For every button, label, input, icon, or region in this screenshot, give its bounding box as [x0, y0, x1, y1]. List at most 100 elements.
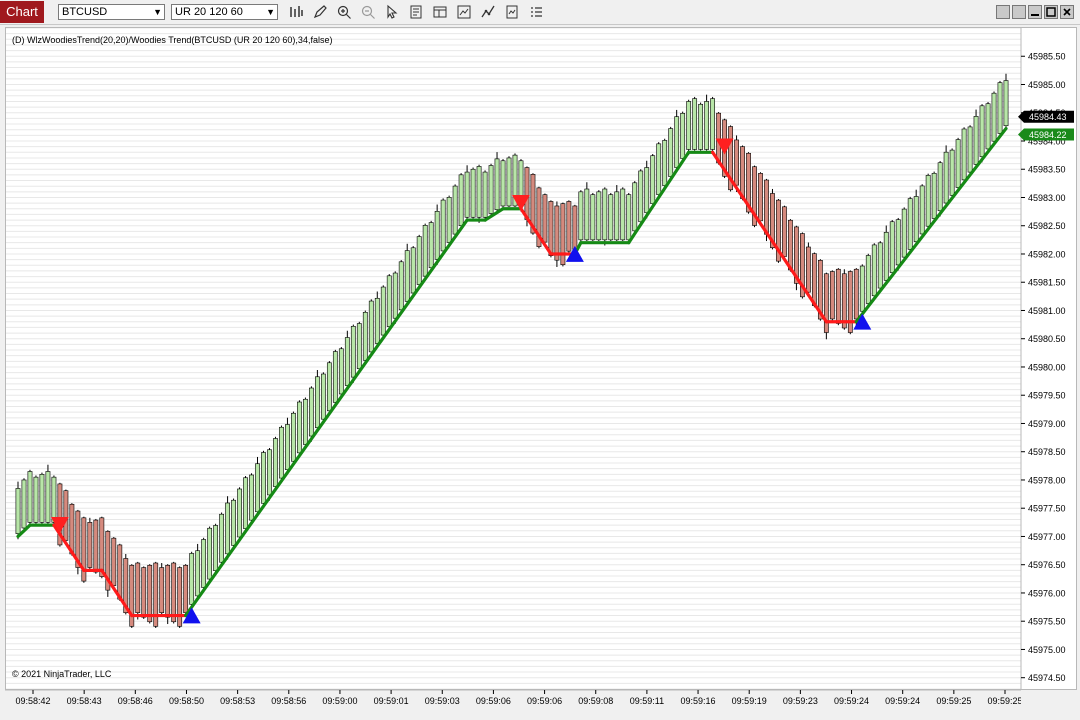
up-bar: [231, 499, 236, 546]
down-bar: [147, 564, 153, 623]
up-bar: [644, 167, 650, 214]
strategies-icon[interactable]: [480, 4, 496, 20]
time-axis-svg[interactable]: 09:58:42 09:58:43 09:58:46 09:58:50 09:58:53…: [5, 689, 1023, 714]
close-button[interactable]: [1060, 5, 1074, 19]
up-bar: [237, 488, 242, 538]
zoom-in-icon[interactable]: [336, 4, 352, 20]
time-tick-label: 09:59:16: [681, 696, 716, 706]
price-axis[interactable]: 45985.5045985.0045984.5045984.0045983.50…: [1018, 52, 1074, 683]
up-bar: [309, 387, 314, 437]
chart-panel[interactable]: 45985.5045985.0045984.5045984.0045983.50…: [5, 27, 1077, 690]
up-bar: [338, 348, 344, 395]
time-tick-label: 09:59:24: [834, 696, 869, 706]
down-bar: [811, 253, 817, 306]
up-bar: [596, 191, 602, 241]
last-price-marker: 45984.43: [1018, 110, 1074, 123]
up-bar: [937, 162, 943, 212]
up-bar: [686, 101, 692, 150]
down-bar: [758, 173, 763, 222]
price-tick-label: 45985.00: [1028, 80, 1066, 90]
price-tick-label: 45977.00: [1028, 532, 1066, 542]
up-bar: [997, 82, 1003, 134]
up-bar: [482, 171, 488, 218]
up-bar: [979, 105, 985, 157]
up-bar: [883, 231, 889, 281]
up-bar: [195, 550, 201, 597]
price-tick-label: 45980.50: [1028, 334, 1066, 344]
link-button[interactable]: [996, 5, 1010, 19]
up-bar: [889, 221, 895, 273]
time-tick-label: 09:59:25: [987, 696, 1021, 706]
down-bar: [63, 490, 69, 541]
up-bar: [865, 255, 871, 304]
time-tick-label: 09:58:53: [220, 696, 255, 706]
price-tick-label: 45982.00: [1028, 249, 1066, 259]
up-bar: [656, 143, 662, 195]
price-tick-label: 45981.50: [1028, 278, 1066, 288]
price-tick-label: 45981.00: [1028, 306, 1066, 316]
up-bar: [446, 197, 452, 243]
templates-icon[interactable]: [504, 4, 520, 20]
down-bar: [548, 201, 554, 256]
data-box-icon[interactable]: [408, 4, 424, 20]
down-bar: [117, 544, 123, 600]
time-tick-label: 09:59:11: [630, 696, 664, 706]
down-bar: [740, 146, 745, 199]
price-tick-label: 45975.50: [1028, 617, 1066, 627]
up-bar: [470, 168, 476, 218]
instrument-selector[interactable]: BTCUSD ▼: [58, 4, 165, 20]
price-tick-label: 45980.00: [1028, 362, 1066, 372]
down-bar: [788, 219, 793, 271]
down-bar: [841, 273, 847, 329]
pin-button[interactable]: [1012, 5, 1026, 19]
zoom-out-icon[interactable]: [360, 4, 376, 20]
draw-pencil-icon[interactable]: [312, 4, 328, 20]
up-bar: [219, 513, 224, 563]
up-bar: [1003, 80, 1009, 127]
minimize-button[interactable]: [1028, 5, 1042, 19]
bar-type-icon[interactable]: [288, 4, 304, 20]
price-tick-label: 45974.50: [1028, 673, 1066, 683]
up-bar: [27, 471, 33, 523]
up-bar: [434, 211, 440, 260]
up-bar: [626, 194, 632, 241]
last-price-label: 45984.43: [1029, 112, 1067, 122]
up-bar: [662, 140, 668, 186]
up-bar: [931, 172, 937, 219]
time-axis[interactable]: 09:58:42 09:58:43 09:58:46 09:58:50 09:58:53…: [5, 689, 1023, 714]
up-bar: [488, 165, 494, 214]
down-bar: [566, 201, 572, 252]
time-tick-label: 09:59:01: [374, 696, 409, 706]
up-bar: [925, 175, 931, 227]
down-bar: [542, 194, 548, 243]
down-bar: [524, 167, 530, 220]
up-bar: [410, 247, 416, 294]
bar-type-selector[interactable]: UR 20 120 60 ▼: [171, 4, 278, 20]
up-bar: [680, 113, 686, 159]
price-tick-label: 45982.50: [1028, 221, 1066, 231]
more-menu-icon[interactable]: [528, 4, 544, 20]
up-bar: [350, 325, 356, 378]
up-bar: [895, 219, 901, 266]
indicator-title: (D) WlzWoodiesTrend(20,20)/Woodies Trend…: [12, 35, 332, 45]
properties-icon[interactable]: [432, 4, 448, 20]
up-bar: [33, 476, 39, 523]
up-bar: [500, 160, 506, 207]
up-bar: [344, 337, 350, 386]
chart-trader-icon[interactable]: [456, 4, 472, 20]
up-bar: [356, 323, 362, 370]
pointer-icon[interactable]: [384, 4, 400, 20]
chart-tab[interactable]: Chart: [0, 1, 44, 23]
maximize-button[interactable]: [1044, 5, 1058, 19]
time-tick-label: 09:59:00: [322, 696, 357, 706]
up-bar: [704, 101, 710, 150]
price-chart[interactable]: 45985.5045985.0045984.5045984.0045983.50…: [6, 28, 1076, 689]
up-bar: [907, 198, 913, 250]
down-bar: [111, 537, 117, 586]
up-bar: [710, 98, 715, 150]
price-bars: [15, 73, 1009, 628]
bar-type-value: UR 20 120 60: [175, 6, 243, 18]
down-bar: [171, 562, 177, 623]
time-tick-label: 09:58:43: [67, 696, 102, 706]
up-bar: [614, 191, 620, 241]
